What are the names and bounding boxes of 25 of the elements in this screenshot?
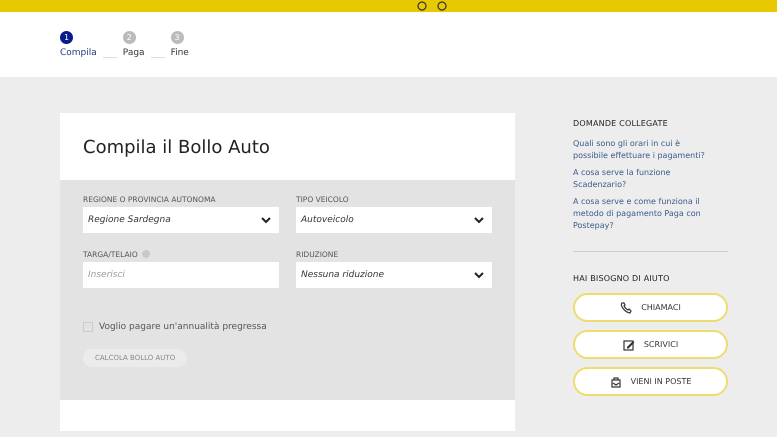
select-field[interactable]: Regione Sardegna <box>83 207 279 233</box>
faq-link[interactable]: A cosa serve e come funziona il metodo di pagamento Paga con Postepay? <box>573 196 728 232</box>
help-button[interactable]: CHIAMACI <box>573 293 728 322</box>
help-button[interactable]: VIENI IN POSTE <box>573 367 728 396</box>
select-field[interactable]: Nessuna riduzione <box>296 262 492 288</box>
step-label: Compila <box>60 48 97 58</box>
step-label: Fine <box>170 48 189 58</box>
step-number: 3 <box>170 31 184 44</box>
form-title: Compila il Bollo Auto <box>82 136 271 160</box>
step-number: 1 <box>60 31 73 44</box>
chevron-down-icon <box>474 272 484 278</box>
faq-link[interactable]: Quali sono gli orari in cui è possibile effettuare i pagamenti? <box>573 138 728 162</box>
select-field[interactable]: Autoveicolo <box>296 207 492 233</box>
bag-icon <box>610 376 622 388</box>
pencil-square-icon <box>622 338 635 350</box>
checkbox-label: Voglio pagare un'annualità pregressa <box>99 322 267 332</box>
phone-icon <box>620 302 632 314</box>
step-number: 2 <box>122 31 136 44</box>
chevron-down-icon <box>261 216 271 224</box>
step-label: Paga <box>122 48 145 58</box>
help-button[interactable]: SCRIVICI <box>573 330 728 359</box>
section-heading: DOMANDE COLLEGATE <box>573 119 669 128</box>
section-heading: HAI BISOGNO DI AIUTO <box>573 274 671 283</box>
chevron-down-icon <box>474 216 484 224</box>
faq-link[interactable]: A cosa serve la funzione Scadenzario? <box>573 167 728 191</box>
